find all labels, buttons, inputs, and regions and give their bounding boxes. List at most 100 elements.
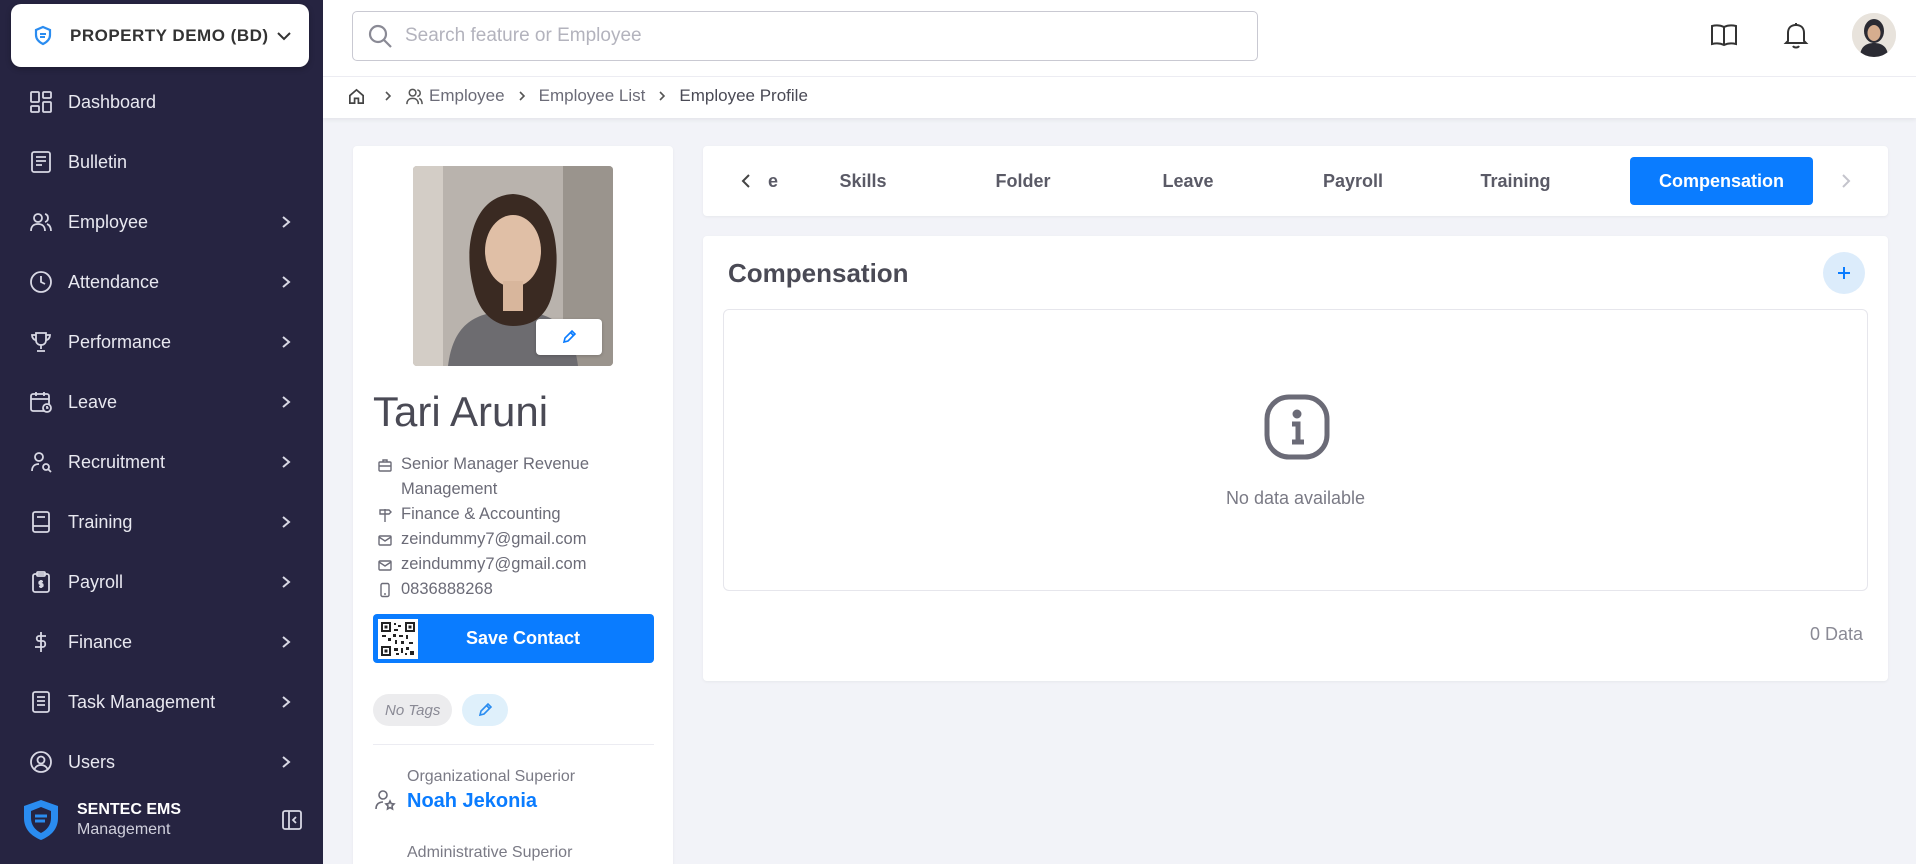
sidebar-item-attendance[interactable]: Attendance <box>0 252 323 312</box>
home-icon[interactable] <box>347 87 366 106</box>
chevron-right-icon <box>282 216 291 228</box>
divider <box>373 744 654 745</box>
users-icon <box>406 88 423 104</box>
search-input[interactable] <box>405 25 1245 47</box>
chevron-right-icon <box>282 396 291 408</box>
sidebar-item-finance[interactable]: Finance <box>0 612 323 672</box>
task-icon <box>28 689 54 715</box>
clock-icon <box>28 269 54 295</box>
calendar-icon <box>28 389 54 415</box>
sidebar-item-recruitment[interactable]: Recruitment <box>0 432 323 492</box>
users-icon <box>28 209 54 235</box>
chevron-right-icon <box>659 91 666 101</box>
clipboard-icon <box>28 569 54 595</box>
tab-folder[interactable]: Folder <box>958 157 1088 205</box>
info-icon <box>1264 394 1330 460</box>
plus-icon <box>1838 267 1850 279</box>
data-count: 0 Data <box>1809 624 1863 644</box>
chevron-right-icon <box>282 516 291 528</box>
sidebar-item-training[interactable]: Training <box>0 492 323 552</box>
sidebar-collapse-icon[interactable] <box>281 809 303 831</box>
info-email-1: zeindummy7@gmail.com <box>377 527 657 552</box>
tab-leave[interactable]: Leave <box>1118 157 1258 205</box>
topbar-divider <box>323 76 1916 77</box>
sidebar-item-performance[interactable]: Performance <box>0 312 323 372</box>
chevron-right-icon <box>519 91 525 101</box>
mail-open-icon <box>378 535 392 546</box>
pencil-icon <box>562 329 577 344</box>
add-compensation-button[interactable] <box>1823 252 1865 294</box>
chevron-right-icon <box>282 696 291 708</box>
sidebar-item-employee[interactable]: Employee <box>0 192 323 252</box>
sidebar-item-label: Bulletin <box>68 151 128 172</box>
company-selector[interactable]: PROPERTY DEMO (BD) <box>11 4 309 67</box>
breadcrumb-employee-list[interactable]: Employee List <box>539 86 646 106</box>
tag-edit-button[interactable] <box>462 694 509 726</box>
brand: SENTEC EMS Management <box>20 795 303 845</box>
employee-name: Tari Aruni <box>373 388 549 435</box>
search-box[interactable] <box>352 11 1258 61</box>
tags-row: No Tags <box>373 694 509 726</box>
photo-edit-button[interactable] <box>536 319 602 355</box>
sidebar-item-users[interactable]: Users <box>0 732 323 792</box>
shield-logo-icon <box>34 25 52 45</box>
brand-subtitle: Management <box>77 821 171 838</box>
sidebar-item-label: Performance <box>68 331 172 352</box>
user-search-icon <box>28 449 54 475</box>
chevron-left-icon <box>741 174 750 188</box>
chevron-right-icon <box>282 636 291 648</box>
chevron-right-icon <box>282 276 291 288</box>
empty-state: No data available <box>723 309 1868 591</box>
chevron-right-icon <box>282 756 291 768</box>
panel-title: Compensation <box>728 258 909 288</box>
sidebar-item-payroll[interactable]: Payroll <box>0 552 323 612</box>
info-email-2: zeindummy7@gmail.com <box>377 552 657 577</box>
chevron-right-icon <box>282 336 291 348</box>
sidebar-item-dashboard[interactable]: Dashboard <box>0 72 323 132</box>
tab-skills[interactable]: Skills <box>808 157 918 205</box>
brand-logo-icon <box>24 800 58 840</box>
sidebar-item-label: Recruitment <box>68 451 166 472</box>
sidebar-item-label: Employee <box>68 211 149 232</box>
user-circle-icon <box>28 749 54 775</box>
sidebar-item-task-management[interactable]: Task Management <box>0 672 323 732</box>
tab-training[interactable]: Training <box>1438 157 1593 205</box>
sidebar-item-label: Training <box>68 511 133 532</box>
search-icon <box>368 24 392 48</box>
profile-card: Tari Aruni Senior Manager Revenue Manage… <box>353 146 673 864</box>
book-open-icon[interactable] <box>1708 19 1740 51</box>
tabs-next-button[interactable] <box>1833 168 1859 194</box>
org-superior: Organizational Superior Noah Jekonia <box>373 768 654 813</box>
tab-truncated[interactable]: e <box>758 157 788 205</box>
employee-info: Senior Manager Revenue Management Financ… <box>377 452 657 602</box>
info-phone: 0836888268 <box>377 577 657 602</box>
tab-payroll[interactable]: Payroll <box>1278 157 1428 205</box>
save-contact-label: Save Contact <box>465 628 581 648</box>
sidebar-item-label: Finance <box>68 631 133 652</box>
breadcrumb-employee-profile: Employee Profile <box>679 86 808 105</box>
save-contact-button[interactable]: Save Contact <box>373 614 654 663</box>
sidebar-nav: Dashboard Bulletin Employee Attendance P… <box>0 72 323 792</box>
bell-icon[interactable] <box>1780 19 1812 51</box>
pencil-icon <box>479 702 493 717</box>
user-star-icon <box>375 790 396 811</box>
sidebar-item-label: Payroll <box>68 571 124 592</box>
sidebar-item-label: Dashboard <box>68 91 157 112</box>
breadcrumb-employee[interactable]: Employee <box>429 86 505 106</box>
user-avatar[interactable] <box>1852 13 1896 57</box>
org-superior-name[interactable]: Noah Jekonia <box>407 790 575 813</box>
tabs-prev-button[interactable] <box>733 168 759 194</box>
signpost-icon <box>379 509 392 522</box>
dollar-icon <box>28 629 54 655</box>
org-superior-label: Organizational Superior <box>407 768 576 785</box>
mail-icon <box>378 560 392 571</box>
tab-compensation[interactable]: Compensation <box>1630 157 1813 205</box>
sidebar-item-bulletin[interactable]: Bulletin <box>0 132 323 192</box>
profile-tabs: e Skills Folder Leave Payroll Training C… <box>703 146 1888 216</box>
admin-superior: Administrative Superior <box>373 844 654 864</box>
empty-state-text: No data available <box>1225 488 1366 508</box>
bulletin-icon <box>28 149 54 175</box>
sidebar-item-leave[interactable]: Leave <box>0 372 323 432</box>
chevron-right-icon <box>385 91 392 101</box>
chevron-right-icon <box>1842 174 1851 188</box>
